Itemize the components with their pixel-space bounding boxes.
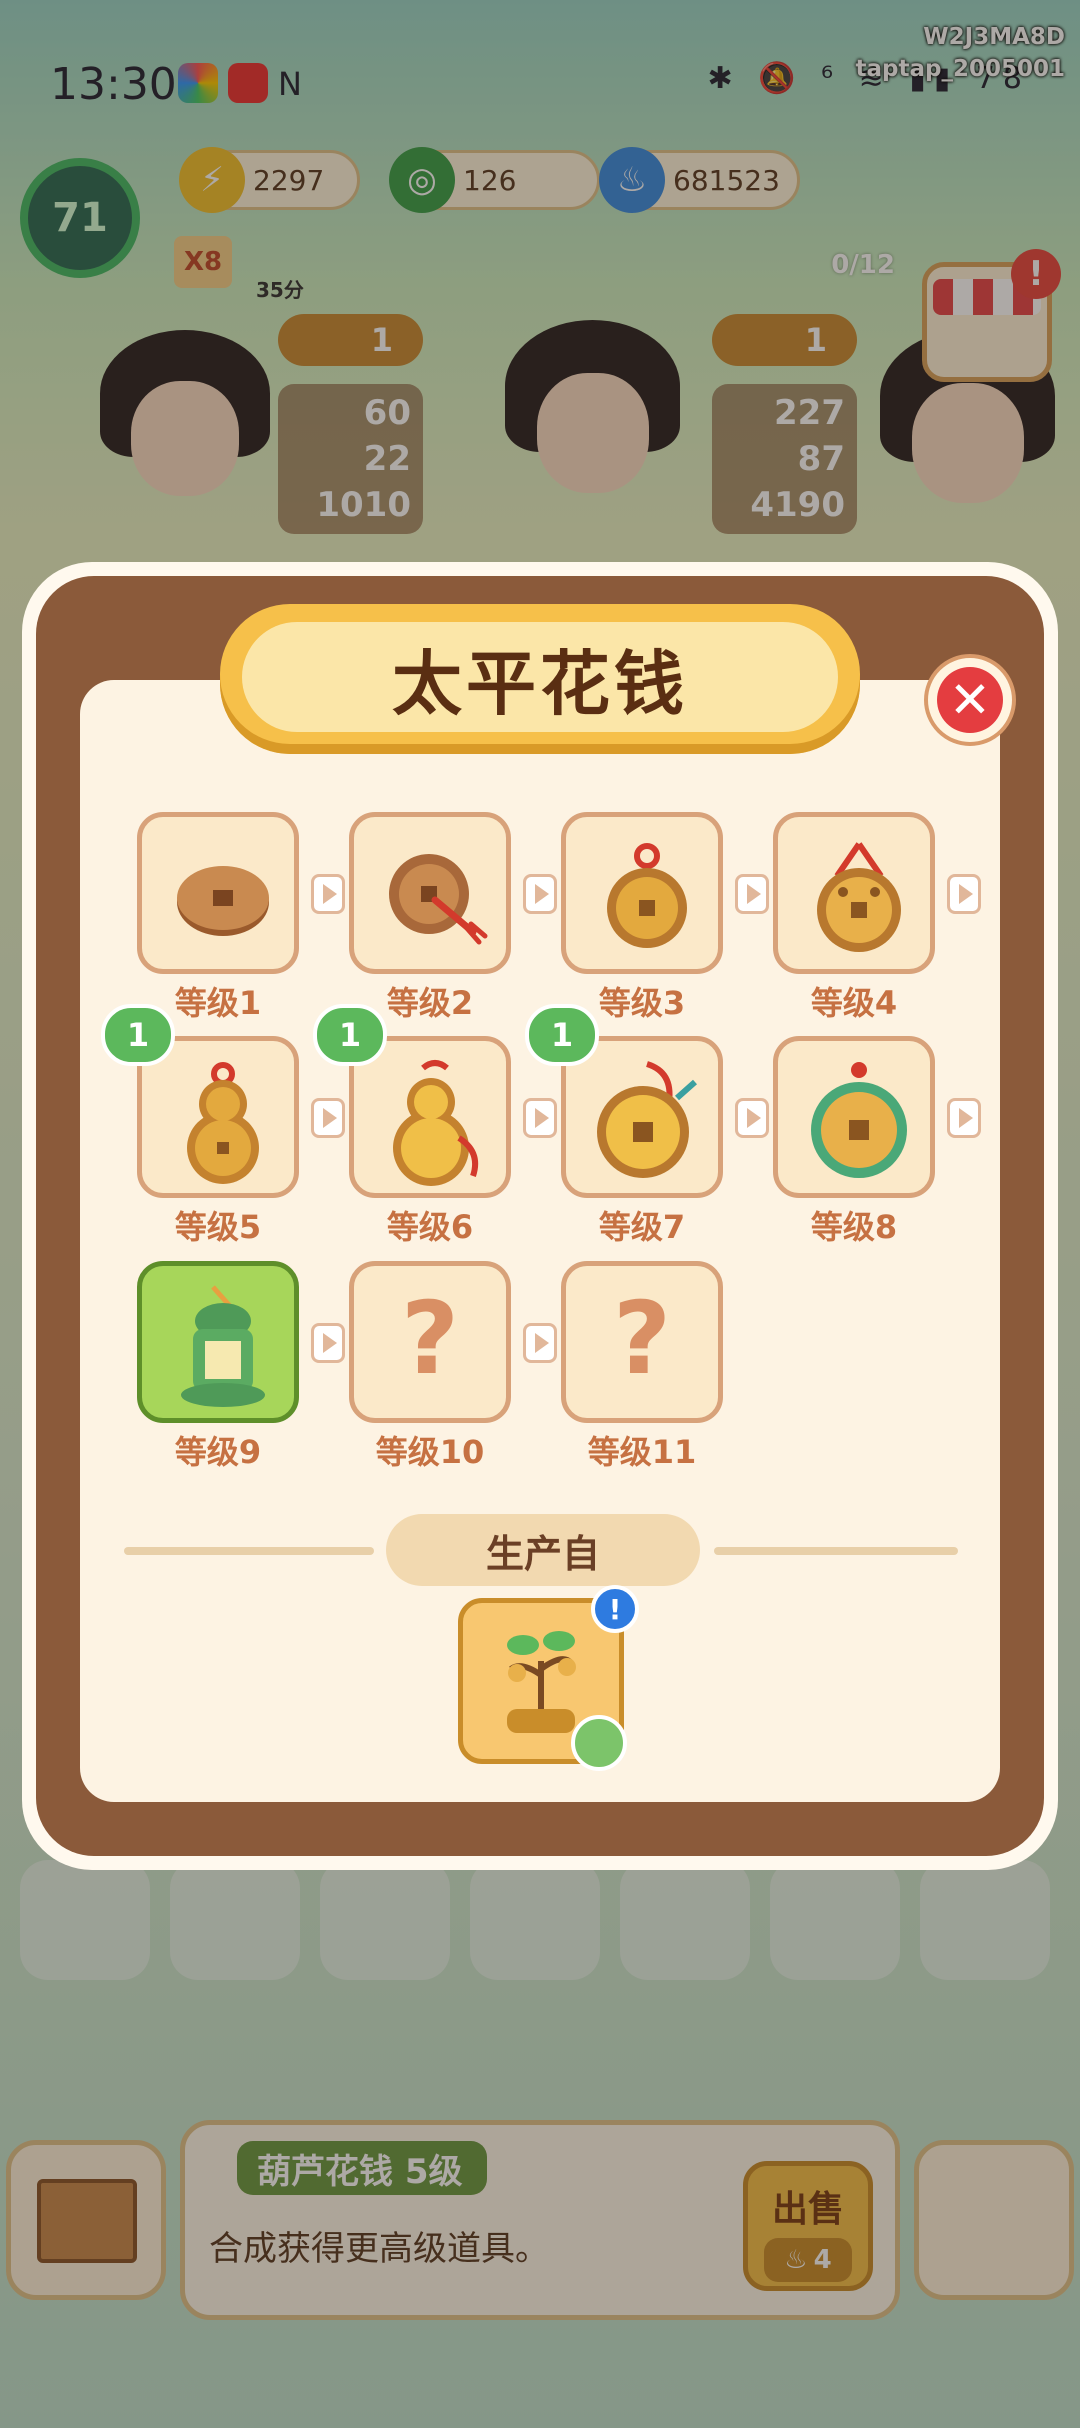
level-slot-6[interactable]: 1 等级6 bbox=[313, 1004, 557, 1246]
level-slot-4[interactable]: 等级4 bbox=[773, 812, 981, 1022]
level-label: 等级4 bbox=[810, 984, 898, 1022]
arrow-right-icon bbox=[947, 874, 981, 914]
divider bbox=[124, 1547, 374, 1555]
coin-knot-icon bbox=[607, 843, 687, 948]
level-slot-3[interactable]: 等级3 bbox=[561, 812, 769, 1022]
question-mark-icon: ? bbox=[400, 1280, 459, 1397]
dialog-title-banner: 太平花钱 bbox=[220, 604, 860, 754]
arrow-right-icon bbox=[947, 1098, 981, 1138]
produced-from-label: 生产自 bbox=[386, 1514, 700, 1586]
divider bbox=[714, 1547, 958, 1555]
plain-coin-icon bbox=[177, 866, 269, 936]
question-mark-icon: ? bbox=[612, 1280, 671, 1397]
level-label: 等级11 bbox=[587, 1433, 697, 1471]
dialog-title: 太平花钱 bbox=[392, 643, 688, 725]
coin-tassel-icon bbox=[389, 854, 488, 945]
arrow-right-icon bbox=[523, 1098, 557, 1138]
close-icon: ✕ bbox=[937, 667, 1003, 733]
jade-coin-icon bbox=[811, 1062, 907, 1178]
gourd-fortune-icon bbox=[393, 1060, 479, 1186]
level-slot-1[interactable]: 等级1 bbox=[137, 812, 345, 1022]
level-slot-8[interactable]: 等级8 bbox=[773, 1036, 981, 1246]
arrow-right-icon bbox=[735, 874, 769, 914]
jade-plaque-icon bbox=[181, 1285, 265, 1407]
count-badge: 1 bbox=[313, 1004, 387, 1066]
level-label: 等级6 bbox=[386, 1208, 474, 1246]
close-button[interactable]: ✕ bbox=[924, 654, 1016, 746]
arrow-right-icon bbox=[311, 1098, 345, 1138]
big-coin-icon bbox=[597, 1061, 697, 1178]
producer-slot[interactable]: ! bbox=[458, 1585, 639, 1771]
info-alert-icon: ! bbox=[591, 1585, 639, 1633]
level-slot-5[interactable]: 1 等级5 bbox=[101, 1004, 345, 1246]
arrow-right-icon bbox=[311, 1323, 345, 1363]
level-label: 等级8 bbox=[810, 1208, 898, 1246]
level-label: 等级5 bbox=[174, 1208, 262, 1246]
level-label: 等级9 bbox=[174, 1433, 262, 1471]
level-label: 等级7 bbox=[598, 1208, 686, 1246]
gourd-coin-icon bbox=[187, 1062, 259, 1184]
arrow-right-icon bbox=[311, 874, 345, 914]
locate-target-icon[interactable] bbox=[571, 1715, 627, 1771]
coin-ornate-icon bbox=[817, 842, 901, 952]
level-slot-7[interactable]: 1 等级7 bbox=[525, 1004, 769, 1246]
arrow-right-icon bbox=[735, 1098, 769, 1138]
level-slot-10[interactable]: ? 等级10 bbox=[349, 1261, 557, 1471]
level-label: 等级10 bbox=[375, 1433, 485, 1471]
level-slot-2[interactable]: 等级2 bbox=[349, 812, 557, 1022]
count-badge: 1 bbox=[525, 1004, 599, 1066]
arrow-right-icon bbox=[523, 874, 557, 914]
level-slot-9[interactable]: 等级9 bbox=[137, 1261, 345, 1471]
level-slot-11[interactable]: ? 等级11 bbox=[561, 1261, 723, 1471]
arrow-right-icon bbox=[523, 1323, 557, 1363]
count-badge: 1 bbox=[101, 1004, 175, 1066]
